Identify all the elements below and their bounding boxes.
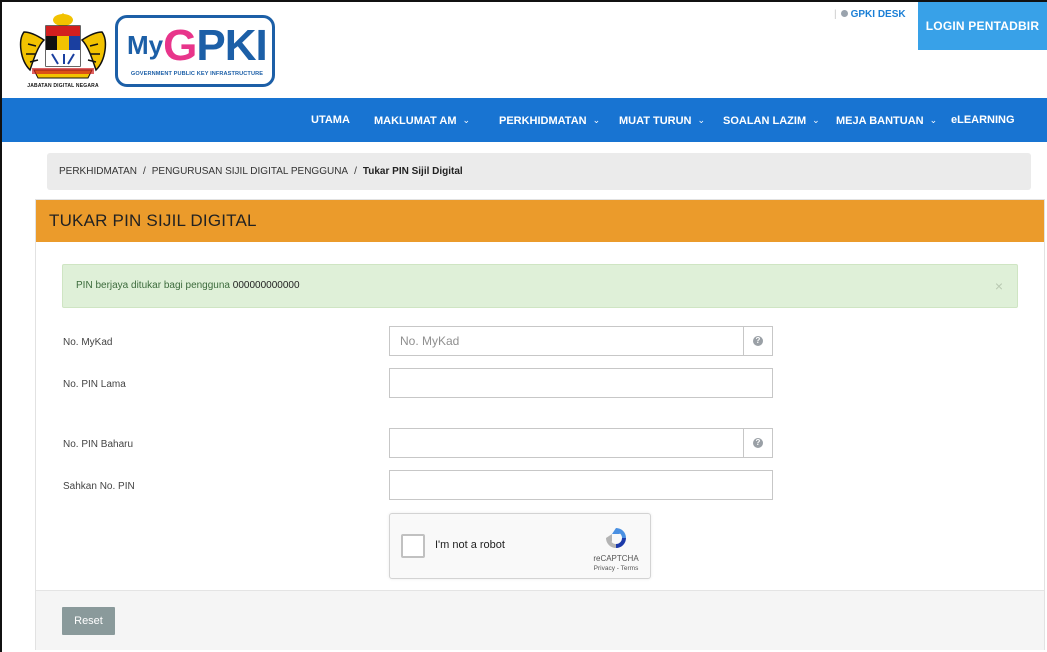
recaptcha-widget: I'm not a robot reCAPTCHA Privacy - Term… xyxy=(389,513,651,579)
alert-user-id: 000000000000 xyxy=(232,280,300,291)
nav-item-soalan-lazim[interactable]: SOALAN LAZIM ⌄ xyxy=(723,98,820,142)
logo-wordmark: MyGPKI xyxy=(127,21,268,70)
nav-item-perkhidmatan[interactable]: PERKHIDMATAN ⌄ xyxy=(499,98,600,142)
coat-of-arms-icon xyxy=(19,13,107,79)
breadcrumb-item-perkhidmatan[interactable]: PERKHIDMATAN xyxy=(59,166,137,177)
pin-lama-input[interactable] xyxy=(389,368,773,398)
form-panel: TUKAR PIN SIJIL DIGITAL PIN berjaya ditu… xyxy=(35,199,1045,650)
mykad-input[interactable] xyxy=(389,326,743,356)
recaptcha-checkbox[interactable] xyxy=(401,534,425,558)
pin-baharu-help-addon[interactable]: ? xyxy=(743,428,773,458)
pin-lama-label: No. PIN Lama xyxy=(63,379,126,390)
recaptcha-privacy-terms[interactable]: Privacy - Terms xyxy=(586,565,646,572)
globe-icon xyxy=(840,10,848,17)
recaptcha-label: I'm not a robot xyxy=(435,539,505,551)
pin-baharu-field-group: ? xyxy=(389,428,773,458)
nav-item-elearning[interactable]: eLEARNING xyxy=(951,98,1015,142)
nav-item-meja-bantuan[interactable]: MEJA BANTUAN ⌄ xyxy=(836,98,937,142)
reset-button[interactable]: Reset xyxy=(62,607,115,635)
sahkan-pin-label: Sahkan No. PIN xyxy=(63,481,135,492)
main-nav: UTAMA MAKLUMAT AM ⌄ PERKHIDMATAN ⌄ MUAT TU… xyxy=(2,98,1047,142)
mykad-field-group: ? xyxy=(389,326,773,356)
panel-footer: Reset xyxy=(36,590,1044,650)
recaptcha-brand: reCAPTCHA xyxy=(593,554,639,563)
recaptcha-logo-icon xyxy=(606,528,626,548)
chevron-down-icon: ⌄ xyxy=(812,115,820,125)
sahkan-pin-input[interactable] xyxy=(389,470,773,500)
success-alert: PIN berjaya ditukar bagi pengguna 000000… xyxy=(62,264,1018,308)
chevron-down-icon: ⌄ xyxy=(929,115,938,125)
breadcrumb-item-pengurusan[interactable]: PENGURUSAN SIJIL DIGITAL PENGGUNA xyxy=(152,166,348,177)
chevron-down-icon: ⌄ xyxy=(697,115,706,125)
question-icon: ? xyxy=(753,438,763,448)
breadcrumb-current: Tukar PIN Sijil Digital xyxy=(362,166,463,177)
mykad-help-addon[interactable]: ? xyxy=(743,326,773,356)
chevron-down-icon: ⌄ xyxy=(592,115,601,125)
crest-caption: JABATAN DIGITAL NEGARA xyxy=(27,83,99,89)
gpki-desk-link[interactable]: | GPKI DESK xyxy=(834,9,906,20)
chevron-down-icon: ⌄ xyxy=(462,115,471,125)
mygpki-logo[interactable]: MyGPKI GOVERNMENT PUBLIC KEY INFRASTRUCT… xyxy=(115,15,275,87)
logo-subtitle: GOVERNMENT PUBLIC KEY INFRASTRUCTURE xyxy=(130,71,264,77)
panel-title: TUKAR PIN SIJIL DIGITAL xyxy=(36,200,1044,242)
close-icon[interactable]: × xyxy=(995,265,1003,307)
pin-baharu-input[interactable] xyxy=(389,428,743,458)
mykad-label: No. MyKad xyxy=(63,337,113,348)
breadcrumb: PERKHIDMATAN / PENGURUSAN SIJIL DIGITAL PE… xyxy=(47,153,1031,190)
nav-item-maklumat-am[interactable]: MAKLUMAT AM ⌄ xyxy=(374,98,470,142)
nav-item-muat-turun[interactable]: MUAT TURUN ⌄ xyxy=(619,98,705,142)
login-pentadbir-button[interactable]: LOGIN PENTADBIR xyxy=(918,2,1047,50)
site-header: JABATAN DIGITAL NEGARA MyGPKI GOVERNMENT… xyxy=(2,2,1047,98)
pin-baharu-label: No. PIN Baharu xyxy=(63,439,134,450)
nav-item-utama[interactable]: UTAMA xyxy=(311,98,350,142)
alert-message: PIN berjaya ditukar bagi pengguna xyxy=(76,280,233,291)
question-icon: ? xyxy=(753,336,763,346)
